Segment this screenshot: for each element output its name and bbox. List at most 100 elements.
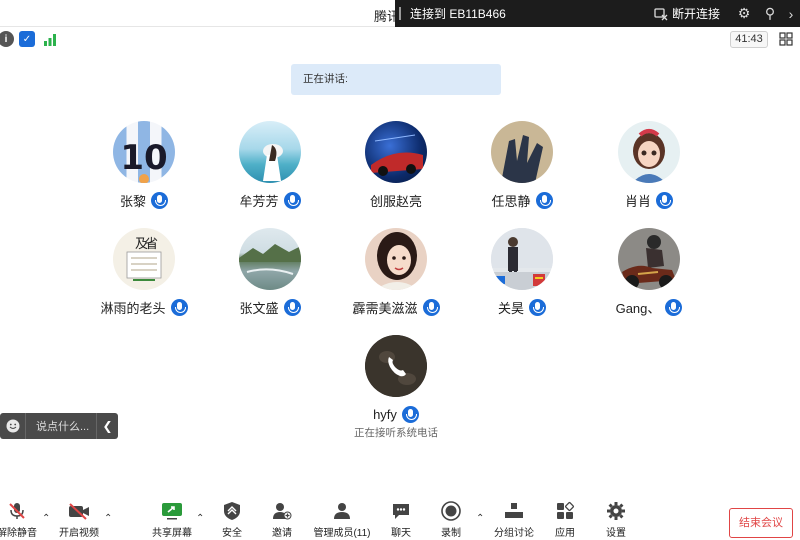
invite-user-icon bbox=[273, 503, 292, 520]
record-options-caret[interactable]: ⌃ bbox=[476, 513, 484, 524]
participant-tile[interactable]: 霹需美滋滋 bbox=[336, 228, 456, 316]
chat-input-box[interactable]: 说点什么... ❮ bbox=[0, 413, 118, 439]
info-icon[interactable]: i bbox=[0, 31, 14, 47]
participant-name: 关昊 bbox=[497, 300, 524, 316]
participant-name: 霹需美滋滋 bbox=[352, 300, 418, 316]
bottom-toolbar: 解除静音 ⌃ 开启视频 ⌃ 共享屏幕 ⌃ 安全 邀请 管理成员(11) 聊天 录… bbox=[0, 500, 800, 540]
participant-tile[interactable]: 10 张黎 bbox=[84, 121, 204, 209]
participant-name: 张黎 bbox=[119, 193, 146, 209]
participant-status: 正在接听系统电话 bbox=[354, 427, 438, 439]
network-signal-icon[interactable] bbox=[42, 31, 58, 47]
microphone-icon bbox=[170, 298, 188, 316]
avatar bbox=[239, 121, 301, 183]
disconnect-label: 断开连接 bbox=[671, 7, 720, 21]
start-video-button[interactable]: 开启视频 bbox=[56, 500, 102, 540]
share-options-caret[interactable]: ⌃ bbox=[196, 513, 204, 524]
avatar bbox=[618, 228, 680, 290]
disconnect-button[interactable]: 断开连接 bbox=[654, 5, 720, 22]
participant-tile[interactable]: 牟芳芳 bbox=[210, 121, 330, 209]
security-shield-icon[interactable]: ✓ bbox=[19, 31, 35, 47]
title-bar: 腾讯 连接到 EB11B466 断开连接 ⚙ ⚲ › bbox=[0, 0, 800, 27]
participant-tile[interactable]: 任思静 bbox=[462, 121, 582, 209]
avatar bbox=[365, 121, 427, 183]
apps-button[interactable]: 应用 bbox=[550, 500, 580, 540]
meeting-timer: 41:43 bbox=[730, 31, 768, 48]
svg-text:10: 10 bbox=[120, 138, 167, 178]
audio-options-caret[interactable]: ⌃ bbox=[42, 513, 50, 524]
share-screen-button[interactable]: 共享屏幕 bbox=[150, 500, 194, 540]
participant-tile[interactable]: Gang、 bbox=[589, 228, 709, 316]
video-options-caret[interactable]: ⌃ bbox=[104, 513, 112, 524]
phone-icon bbox=[365, 335, 427, 397]
participant-tile[interactable]: 关昊 bbox=[462, 228, 582, 316]
apps-label: 应用 bbox=[555, 528, 575, 539]
share-screen-label: 共享屏幕 bbox=[152, 528, 192, 539]
chat-icon bbox=[393, 504, 409, 519]
unmute-label: 解除静音 bbox=[0, 528, 37, 539]
chat-button[interactable]: 聊天 bbox=[386, 500, 416, 540]
security-shield-icon bbox=[224, 502, 240, 520]
microphone-icon bbox=[401, 405, 419, 423]
settings-gear-icon bbox=[607, 502, 625, 520]
invite-label: 邀请 bbox=[272, 528, 292, 539]
record-icon bbox=[441, 501, 461, 521]
svg-text:省: 省 bbox=[145, 237, 158, 252]
microphone-icon bbox=[283, 298, 301, 316]
avatar bbox=[365, 335, 427, 397]
settings-label: 设置 bbox=[606, 528, 626, 539]
speaking-indicator: 正在讲话: bbox=[291, 64, 501, 95]
avatar: 及省 bbox=[113, 228, 175, 290]
jersey-number-image: 10 bbox=[120, 138, 168, 183]
drag-handle[interactable] bbox=[399, 7, 402, 20]
pin-icon[interactable]: ⚲ bbox=[760, 5, 780, 22]
remote-connection-label: 连接到 EB11B466 bbox=[410, 7, 506, 21]
chevron-right-icon[interactable]: › bbox=[786, 6, 796, 22]
manage-members-label: 管理成员(11) bbox=[313, 528, 371, 539]
microphone-icon bbox=[283, 191, 301, 209]
participant-name: 任思静 bbox=[491, 193, 531, 209]
breakout-rooms-icon bbox=[505, 503, 523, 518]
end-meeting-button[interactable]: 结束会议 bbox=[729, 508, 793, 538]
record-button[interactable]: 录制 bbox=[436, 500, 466, 540]
participant-name: 牟芳芳 bbox=[239, 193, 279, 209]
participant-name: 淋雨的老头 bbox=[100, 300, 166, 316]
avatar bbox=[365, 228, 427, 290]
emoji-button[interactable] bbox=[0, 413, 26, 439]
microphone-icon bbox=[535, 191, 553, 209]
microphone-icon bbox=[529, 298, 546, 316]
microphone-icon bbox=[422, 298, 440, 316]
microphone-icon bbox=[665, 298, 683, 316]
settings-button[interactable]: 设置 bbox=[601, 500, 631, 540]
breakout-button[interactable]: 分组讨论 bbox=[492, 500, 536, 540]
participant-name: 创服赵亮 bbox=[369, 193, 422, 209]
participant-tile[interactable]: 张文盛 bbox=[210, 228, 330, 316]
security-button[interactable]: 安全 bbox=[216, 500, 248, 540]
status-bar: i ✓ 41:43 bbox=[0, 28, 800, 50]
participant-name: hyfy bbox=[373, 406, 397, 422]
emoji-icon bbox=[6, 419, 19, 433]
disconnect-icon bbox=[654, 7, 668, 20]
microphone-icon bbox=[151, 191, 168, 209]
collapse-chat-button[interactable]: ❮ bbox=[96, 413, 118, 439]
unmute-button[interactable]: 解除静音 bbox=[0, 500, 40, 540]
settings-gear-icon[interactable]: ⚙ bbox=[734, 5, 754, 22]
participant-tile[interactable]: 创服赵亮 bbox=[336, 121, 456, 209]
participant-tile[interactable]: hyfy 正在接听系统电话 bbox=[336, 335, 456, 440]
share-screen-icon bbox=[162, 503, 182, 520]
participant-tile[interactable]: 肖肖 bbox=[589, 121, 709, 209]
meeting-window: 腾讯 连接到 EB11B466 断开连接 ⚙ ⚲ › i ✓ 41:43 正在讲… bbox=[0, 0, 800, 540]
participant-name: 肖肖 bbox=[624, 193, 651, 209]
record-label: 录制 bbox=[441, 528, 461, 539]
participant-name: 张文盛 bbox=[239, 300, 279, 316]
avatar bbox=[618, 121, 680, 183]
invite-button[interactable]: 邀请 bbox=[266, 500, 298, 540]
manage-members-button[interactable]: 管理成员(11) bbox=[310, 500, 374, 540]
chat-placeholder[interactable]: 说点什么... bbox=[26, 418, 96, 434]
remote-control-bar: 连接到 EB11B466 断开连接 ⚙ ⚲ › bbox=[395, 0, 800, 27]
participant-tile[interactable]: 及省 淋雨的老头 bbox=[84, 228, 204, 316]
avatar bbox=[491, 121, 553, 183]
members-icon bbox=[334, 503, 350, 519]
gallery-view-icon[interactable] bbox=[779, 32, 793, 46]
avatar bbox=[239, 228, 301, 290]
breakout-label: 分组讨论 bbox=[494, 528, 534, 539]
